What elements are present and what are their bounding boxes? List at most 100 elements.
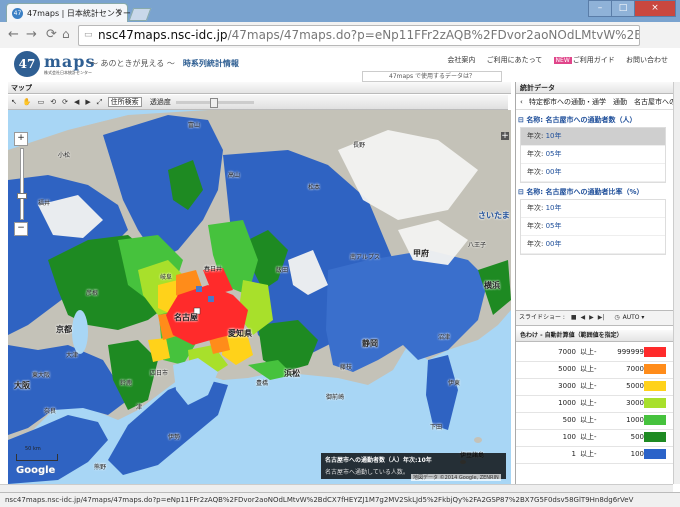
label-kyoto: 京都 xyxy=(56,325,72,334)
label-numazu: 沼津 xyxy=(438,334,451,341)
reload-icon[interactable]: ⟳ xyxy=(46,27,57,42)
label-minami-alps: 南アルプス xyxy=(350,254,380,261)
map-info-title: 名古屋市への通勤者数（人）年次:10年 xyxy=(325,457,432,464)
pan-tool-icon[interactable]: ✋ xyxy=(23,95,32,109)
legend-row: 1000 以上- 3000 xyxy=(516,395,674,413)
next-view-icon[interactable]: ▶ xyxy=(85,95,90,109)
legend-unit: 以上- xyxy=(580,450,597,458)
year-key: 年次: xyxy=(527,204,544,212)
area-tool-icon[interactable]: ▭ xyxy=(38,95,45,109)
address-bar[interactable]: ▭ nsc47maps.nsc-idc.jp/47maps/47maps.do?p… xyxy=(78,25,640,46)
legend-color-swatch[interactable] xyxy=(644,432,666,442)
legend-color-swatch[interactable] xyxy=(644,415,666,425)
legend-row: 1 以上- 100 xyxy=(516,446,674,464)
play-icon[interactable]: ▶ xyxy=(589,314,594,321)
map-expand-icon[interactable]: + xyxy=(501,132,509,141)
label-saitama: さいたま xyxy=(478,211,510,220)
legend-from: 1 xyxy=(571,450,576,458)
label-yokohama: 横浜 xyxy=(484,281,500,290)
year-value: 10年 xyxy=(545,132,562,140)
label-aichi: 愛知県 xyxy=(228,329,252,338)
address-search-button[interactable]: 住所検索 xyxy=(107,97,142,107)
legend-row: 3000 以上- 5000 xyxy=(516,378,674,396)
year-item[interactable]: 年次: 10年 xyxy=(521,128,665,146)
year-item[interactable]: 年次: 00年 xyxy=(521,164,665,182)
zoom-slider[interactable] xyxy=(17,148,27,220)
stop-icon[interactable]: ■ xyxy=(571,314,577,321)
prev-icon[interactable]: ◀ xyxy=(581,314,586,321)
legend-color-swatch[interactable] xyxy=(644,347,666,357)
url-path: /47maps/47maps.do?p=eNp11FFr2zAQB%2FDvor… xyxy=(227,28,639,42)
status-bar-url: nsc47maps.nsc-idc.jp/47maps/47maps.do?p=… xyxy=(0,492,680,507)
logo-company: 株式会社日本統計センター xyxy=(44,70,92,75)
link-guide[interactable]: ご利用ガイド xyxy=(573,56,615,64)
back-chevron-icon[interactable]: ‹ xyxy=(520,98,523,106)
legend-from: 1000 xyxy=(558,399,576,407)
zoom-out-icon[interactable]: − xyxy=(14,222,28,236)
zoom-in-icon[interactable]: + xyxy=(14,132,28,146)
link-terms[interactable]: ご利用にあたって xyxy=(487,56,543,64)
label-nagoya: 名古屋 xyxy=(174,313,198,322)
redo-icon[interactable]: ⟳ xyxy=(62,95,68,109)
zoom-slider-handle[interactable] xyxy=(17,193,27,199)
breadcrumb-text: 特定都市への通勤・通学 通勤 名古屋市への通勤者数 xyxy=(529,98,674,106)
year-value: 00年 xyxy=(545,168,562,176)
legend-from: 5000 xyxy=(558,365,576,373)
link-company[interactable]: 会社案内 xyxy=(447,56,475,64)
legend-color-swatch[interactable] xyxy=(644,381,666,391)
home-icon[interactable]: ⌂ xyxy=(62,27,70,41)
legend-color-swatch[interactable] xyxy=(644,364,666,374)
label-gifu: 岐阜 xyxy=(160,274,173,281)
forward-arrow-icon[interactable]: → xyxy=(26,27,37,42)
undo-icon[interactable]: ⟲ xyxy=(50,95,56,109)
legend-color-swatch[interactable] xyxy=(644,398,666,408)
map-marker xyxy=(196,286,202,292)
logo-badge[interactable]: 47 xyxy=(14,51,40,77)
label-hachioji: 八王子 xyxy=(468,242,487,249)
legend-to: 3000 xyxy=(626,399,644,407)
label-kumano: 熊野 xyxy=(94,464,107,471)
minimize-icon[interactable]: – xyxy=(588,0,612,17)
maximize-icon[interactable]: □ xyxy=(611,0,635,17)
year-value: 05年 xyxy=(545,222,562,230)
label-osaka: 大阪 xyxy=(14,381,30,390)
choropleth-map[interactable]: 名古屋 愛知県 岐阜 静岡 浜松 京都 大阪 東大阪 甲府 さいたま 横浜 富山… xyxy=(8,110,511,484)
year-key: 年次: xyxy=(527,240,544,248)
full-extent-icon[interactable]: ⤢ xyxy=(97,95,103,109)
vertical-scrollbar[interactable] xyxy=(673,82,680,484)
opacity-slider-handle[interactable] xyxy=(210,97,219,108)
new-tab-button[interactable] xyxy=(128,8,152,21)
chevron-down-icon[interactable]: ▾ xyxy=(639,314,644,321)
tab-close-icon[interactable]: × xyxy=(114,7,122,17)
section1-title[interactable]: ⊟ 名称: 名古屋市への通勤者数（人） xyxy=(518,115,637,125)
label-matsumoto: 松本 xyxy=(308,184,321,191)
stats-panel-title: 統計データ xyxy=(516,82,674,94)
legend-color-swatch[interactable] xyxy=(644,449,666,459)
last-icon[interactable]: ▶| xyxy=(598,314,605,321)
window-controls: – □ × xyxy=(588,0,676,17)
legend-to: 999999 xyxy=(617,348,644,356)
label-nara: 奈良 xyxy=(44,408,57,415)
year-item[interactable]: 年次: 10年 xyxy=(521,200,665,218)
google-logo: Google xyxy=(16,465,56,476)
label-kasugai: 春日井 xyxy=(204,266,223,273)
year-item[interactable]: 年次: 00年 xyxy=(521,236,665,254)
close-window-icon[interactable]: × xyxy=(634,0,676,17)
select-tool-icon[interactable]: ↖ xyxy=(11,95,17,109)
prev-view-icon[interactable]: ◀ xyxy=(74,95,79,109)
section2-title[interactable]: ⊟ 名称: 名古屋市への通勤者比率（%） xyxy=(518,187,644,197)
new-badge: NEW xyxy=(553,57,572,64)
year-item[interactable]: 年次: 05年 xyxy=(521,146,665,164)
link-contact[interactable]: お問い合わせ xyxy=(626,56,668,64)
back-arrow-icon[interactable]: ← xyxy=(8,27,19,42)
year-item[interactable]: 年次: 05年 xyxy=(521,218,665,236)
label-fujieda: 藤枝 xyxy=(340,364,353,371)
data-notice-link[interactable]: 47maps で使用するデータは？ xyxy=(362,71,502,82)
browser-tab[interactable]: 47 47maps | 日本統計センター × xyxy=(6,3,131,23)
favicon-icon: 47 xyxy=(12,8,23,19)
year-value: 10年 xyxy=(545,204,562,212)
auto-dropdown[interactable]: AUTO xyxy=(623,314,640,321)
opacity-slider[interactable] xyxy=(176,97,255,108)
legend-unit: 以上- xyxy=(580,399,597,407)
legend-title: 色わけ - 自動計算値（範囲値を指定） xyxy=(516,330,674,342)
